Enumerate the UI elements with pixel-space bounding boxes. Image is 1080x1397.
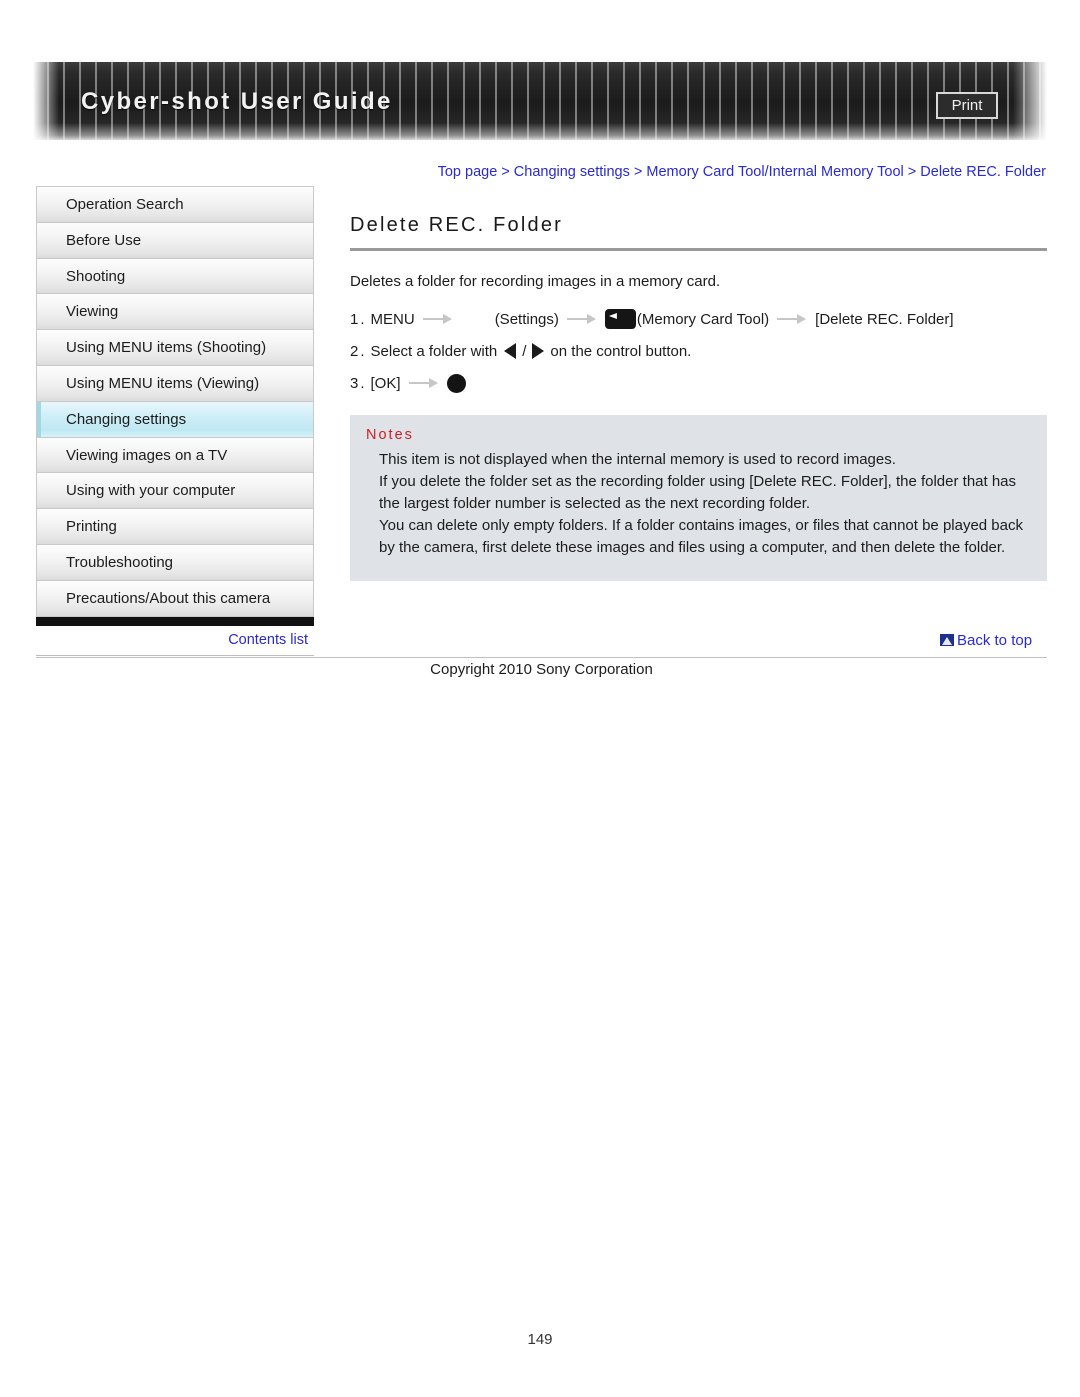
sidebar-item-using-with-your-computer[interactable]: Using with your computer (37, 473, 313, 510)
breadcrumb-separator: > (907, 164, 917, 180)
print-button[interactable]: Print (936, 92, 998, 119)
step-1-memory-card-tool-label: (Memory Card Tool) (636, 310, 770, 328)
step-1-number: 1. (350, 310, 367, 328)
sidebar-item-shooting[interactable]: Shooting (37, 258, 313, 295)
note-line: This item is not displayed when the inte… (379, 451, 896, 468)
sidebar-nav-list: Operation Search Before Use Shooting Viewin… (36, 186, 314, 617)
step-2-number: 2. (350, 342, 367, 360)
step-3-ok-label: [OK] (370, 374, 401, 392)
arrow-icon (565, 312, 599, 326)
step-3-number: 3. (350, 374, 367, 392)
banner-left-fade (33, 62, 59, 140)
page-number: 149 (527, 1331, 553, 1348)
step-1: 1. MENU (Settings) (Memory Card Tool) [D… (350, 303, 1047, 335)
footer-divider (36, 657, 1047, 658)
back-to-top-icon (940, 634, 954, 646)
contents-list-link[interactable]: Contents list (36, 632, 314, 648)
sidebar-item-using-menu-items-viewing[interactable]: Using MENU items (Viewing) (37, 365, 313, 402)
sidebar-bottom-bar (36, 616, 314, 626)
notes-lines: This item is not displayed when the inte… (366, 449, 1031, 559)
header-banner: Cyber-shot User Guide Print (33, 62, 1047, 140)
step-2-text-before: Select a folder with (370, 342, 498, 360)
breadcrumb-item-top-page[interactable]: Top page (438, 164, 498, 180)
banner-right-fade (1013, 62, 1047, 140)
arrow-icon (421, 312, 455, 326)
sidebar-item-printing[interactable]: Printing (37, 509, 313, 545)
step-2: 2. Select a folder with / on the control… (350, 335, 1047, 367)
back-to-top-link[interactable]: Back to top (940, 632, 1032, 649)
steps-list: 1. MENU (Settings) (Memory Card Tool) [D… (350, 303, 1047, 399)
arrow-icon (775, 312, 809, 326)
sidebar-item-using-menu-items-shooting[interactable]: Using MENU items (Shooting) (37, 330, 313, 366)
step-1-settings-label: (Settings) (494, 310, 559, 328)
breadcrumb-separator: > (633, 164, 643, 180)
main-content: Delete REC. Folder Deletes a folder for … (350, 214, 1047, 581)
step-3: 3. [OK] (350, 367, 1047, 399)
breadcrumb: Top page > Changing settings > Memory Ca… (356, 164, 1046, 180)
sidebar: Operation Search Before Use Shooting Viewin… (36, 186, 314, 656)
copyright-text: Copyright 2010 Sony Corporation (430, 661, 653, 678)
arrow-icon (407, 376, 441, 390)
sidebar-divider (36, 654, 314, 656)
sidebar-item-troubleshooting[interactable]: Troubleshooting (37, 544, 313, 581)
step-2-text-after: on the control button. (550, 342, 692, 360)
breadcrumb-item-changing-settings[interactable]: Changing settings (514, 164, 630, 180)
note-line: If you delete the folder set as the reco… (379, 473, 1017, 512)
page-title: Cyber-shot User Guide (81, 88, 393, 115)
sidebar-item-before-use[interactable]: Before Use (37, 222, 313, 259)
settings-toolbox-icon (461, 309, 495, 329)
notes-box: Notes This item is not displayed when th… (350, 415, 1047, 581)
sidebar-item-precautions-about-this-camera[interactable]: Precautions/About this camera (37, 580, 313, 617)
title-divider (350, 248, 1047, 251)
page-root: Cyber-shot User Guide Print Top page > C… (0, 0, 1080, 1397)
sidebar-item-viewing[interactable]: Viewing (37, 294, 313, 331)
breadcrumb-separator: > (501, 164, 510, 180)
step-1-menu-label: MENU (370, 310, 415, 328)
notes-title: Notes (366, 427, 414, 443)
sidebar-item-operation-search[interactable]: Operation Search (37, 187, 313, 223)
breadcrumb-item-delete-rec-folder[interactable]: Delete REC. Folder (920, 164, 1046, 180)
note-line: You can delete only empty folders. If a … (379, 517, 1023, 556)
triangle-right-icon (532, 343, 545, 359)
center-button-icon (446, 373, 466, 393)
memory-card-icon (604, 309, 636, 329)
triangle-left-icon (504, 343, 517, 359)
step-2-slash: / (522, 342, 527, 360)
content-title: Delete REC. Folder (350, 214, 563, 236)
intro-text: Deletes a folder for recording images in… (350, 273, 721, 290)
back-to-top-label: Back to top (957, 632, 1033, 649)
breadcrumb-item-memory-card-tool[interactable]: Memory Card Tool/Internal Memory Tool (646, 164, 903, 180)
sidebar-item-changing-settings[interactable]: Changing settings (37, 401, 313, 438)
step-1-target-label: [Delete REC. Folder] (815, 310, 954, 328)
sidebar-item-viewing-images-on-a-tv[interactable]: Viewing images on a TV (37, 437, 313, 474)
